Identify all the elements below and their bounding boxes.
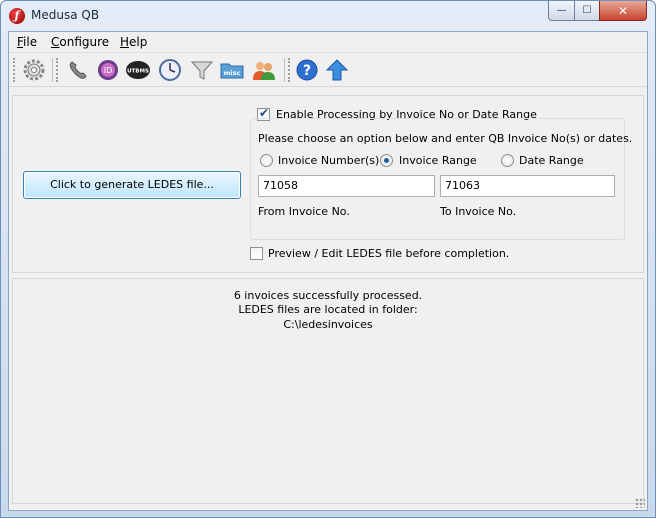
toolbar: ID UTBMS misc ? [9,53,647,87]
id-disc-icon[interactable]: ID [95,57,121,83]
utbms-label: UTBMS [127,69,149,75]
invoice-range-radio[interactable] [380,154,393,167]
misc-folder-icon[interactable]: misc [219,57,245,83]
toolbar-grip[interactable] [13,58,16,82]
invoice-numbers-radio[interactable] [260,154,273,167]
medusa-app-icon[interactable]: ƒ [9,8,25,24]
telephone-icon[interactable] [65,57,91,83]
upload-arrow-icon[interactable] [324,57,350,83]
title-bar[interactable]: ƒ Medusa QB — ☐ ✕ [1,1,655,31]
from-invoice-label: From Invoice No. [258,205,350,218]
close-button[interactable]: ✕ [599,1,647,21]
toolbar-grip[interactable] [56,58,59,82]
window-title: Medusa QB [31,8,100,22]
maximize-icon: ☐ [582,5,592,16]
menu-configure[interactable]: Configure [51,35,109,49]
from-invoice-input[interactable]: 71058 [258,175,435,197]
toolbar-grip[interactable] [288,58,291,82]
minimize-button[interactable]: — [548,1,575,21]
gear-icon[interactable] [21,57,47,83]
status-folder-path: C:\ledesinvoices [283,318,373,331]
app-window: ƒ Medusa QB — ☐ ✕ File Configure Help ID [0,0,656,518]
invoice-numbers-label: Invoice Number(s) [278,154,380,167]
menu-file[interactable]: File [17,35,37,49]
date-range-radio[interactable] [501,154,514,167]
resize-grip[interactable] [635,498,645,508]
menu-help[interactable]: Help [120,35,147,49]
misc-label: misc [224,69,241,77]
help-icon[interactable]: ? [294,57,320,83]
menu-bar: File Configure Help [9,32,647,53]
client-area: File Configure Help ID UTBMS misc ? Clic… [8,31,648,511]
status-location-label: LEDES files are located in folder: [238,303,418,316]
to-invoice-input[interactable]: 71063 [440,175,615,197]
filter-icon[interactable] [189,57,215,83]
invoice-range-label: Invoice Range [399,154,477,167]
maximize-button[interactable]: ☐ [574,1,600,21]
preview-edit-checkbox[interactable] [250,247,263,260]
generate-ledes-button[interactable]: Click to generate LEDES file... [23,171,241,199]
close-icon: ✕ [617,3,629,18]
id-label: ID [104,66,113,75]
help-label: ? [303,63,311,79]
to-invoice-label: To Invoice No. [440,205,517,218]
minimize-icon: — [556,5,567,16]
instruction-text: Please choose an option below and enter … [258,132,633,145]
users-icon[interactable] [251,57,277,83]
processing-panel: Click to generate LEDES file... ✔ Enable… [12,95,644,273]
status-processed-count: 6 invoices successfully processed. [233,289,423,302]
toolbar-separator [52,58,53,82]
clock-icon[interactable] [157,57,183,83]
date-range-label: Date Range [519,154,584,167]
status-panel: 6 invoices successfully processed. LEDES… [12,278,644,504]
toolbar-separator [284,58,285,82]
utbms-icon[interactable]: UTBMS [125,57,151,83]
preview-edit-label: Preview / Edit LEDES file before complet… [268,247,510,260]
